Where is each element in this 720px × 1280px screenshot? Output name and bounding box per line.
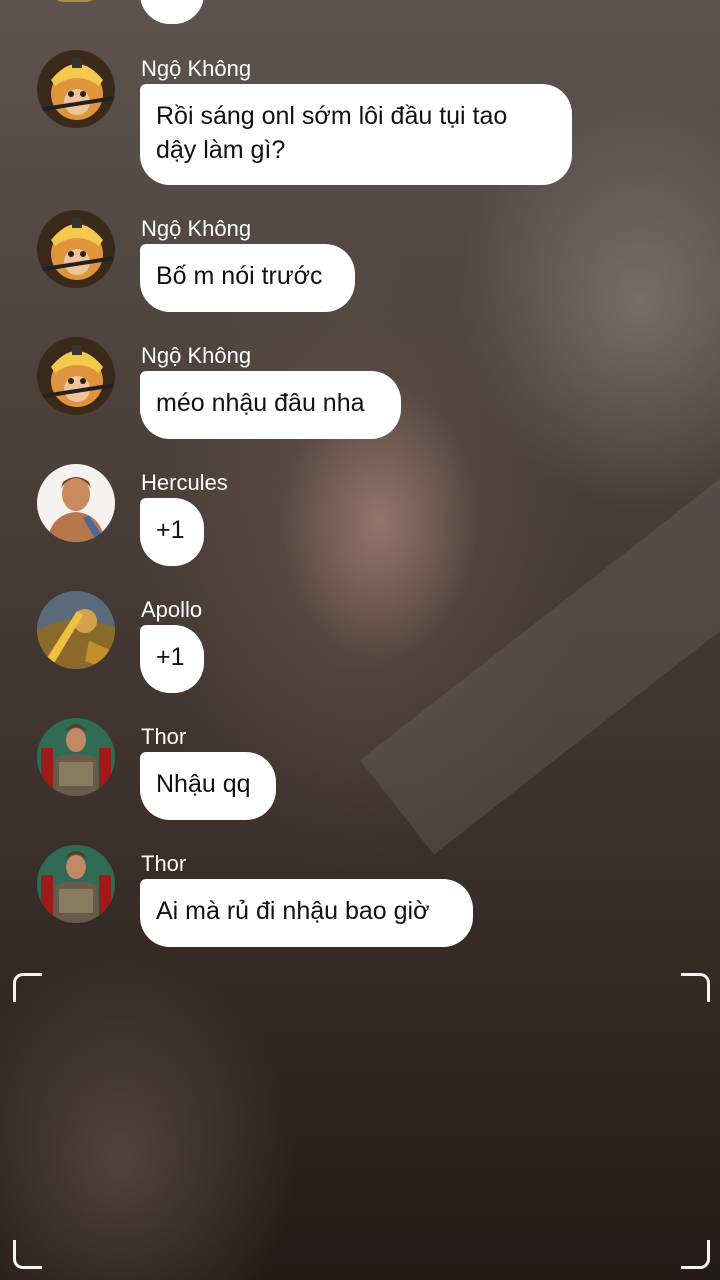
message-bubble[interactable]: Ai mà rủ đi nhậu bao giờ — [140, 879, 473, 947]
thor-avatar[interactable] — [37, 718, 115, 796]
monkey-king-avatar[interactable] — [37, 337, 115, 415]
apollo-avatar[interactable] — [37, 591, 115, 669]
monkey-king-avatar[interactable] — [37, 50, 115, 128]
sender-name: Ngộ Không — [141, 343, 252, 368]
viewfinder-corner-icon — [13, 1240, 42, 1269]
sender-name: Thor — [141, 724, 187, 749]
monkey-king-avatar[interactable] — [37, 210, 115, 288]
message-bubble[interactable]: +1 — [140, 625, 204, 693]
sender-name: Apollo — [141, 597, 203, 622]
sender-name: Thor — [141, 851, 187, 876]
hercules-avatar[interactable] — [37, 464, 115, 542]
thor-avatar[interactable] — [37, 845, 115, 923]
message-bubble[interactable]: méo nhậu đâu nha — [140, 371, 401, 439]
sender-name: Hercules — [141, 470, 228, 495]
message-bubble[interactable]: +1 — [140, 498, 204, 566]
message-bubble[interactable]: Bố m nói trước — [140, 244, 355, 312]
message-bubble[interactable]: Rồi sáng onl sớm lôi đầu tụi tao dậy làm… — [140, 84, 572, 185]
viewfinder-corner-icon — [13, 973, 42, 1002]
viewfinder-corner-icon — [681, 973, 710, 1002]
viewfinder-corner-icon — [681, 1240, 710, 1269]
sender-name: Ngộ Không — [141, 216, 252, 241]
message-bubble[interactable]: Nhậu qq — [140, 752, 276, 820]
sender-name: Ngộ Không — [141, 56, 252, 81]
